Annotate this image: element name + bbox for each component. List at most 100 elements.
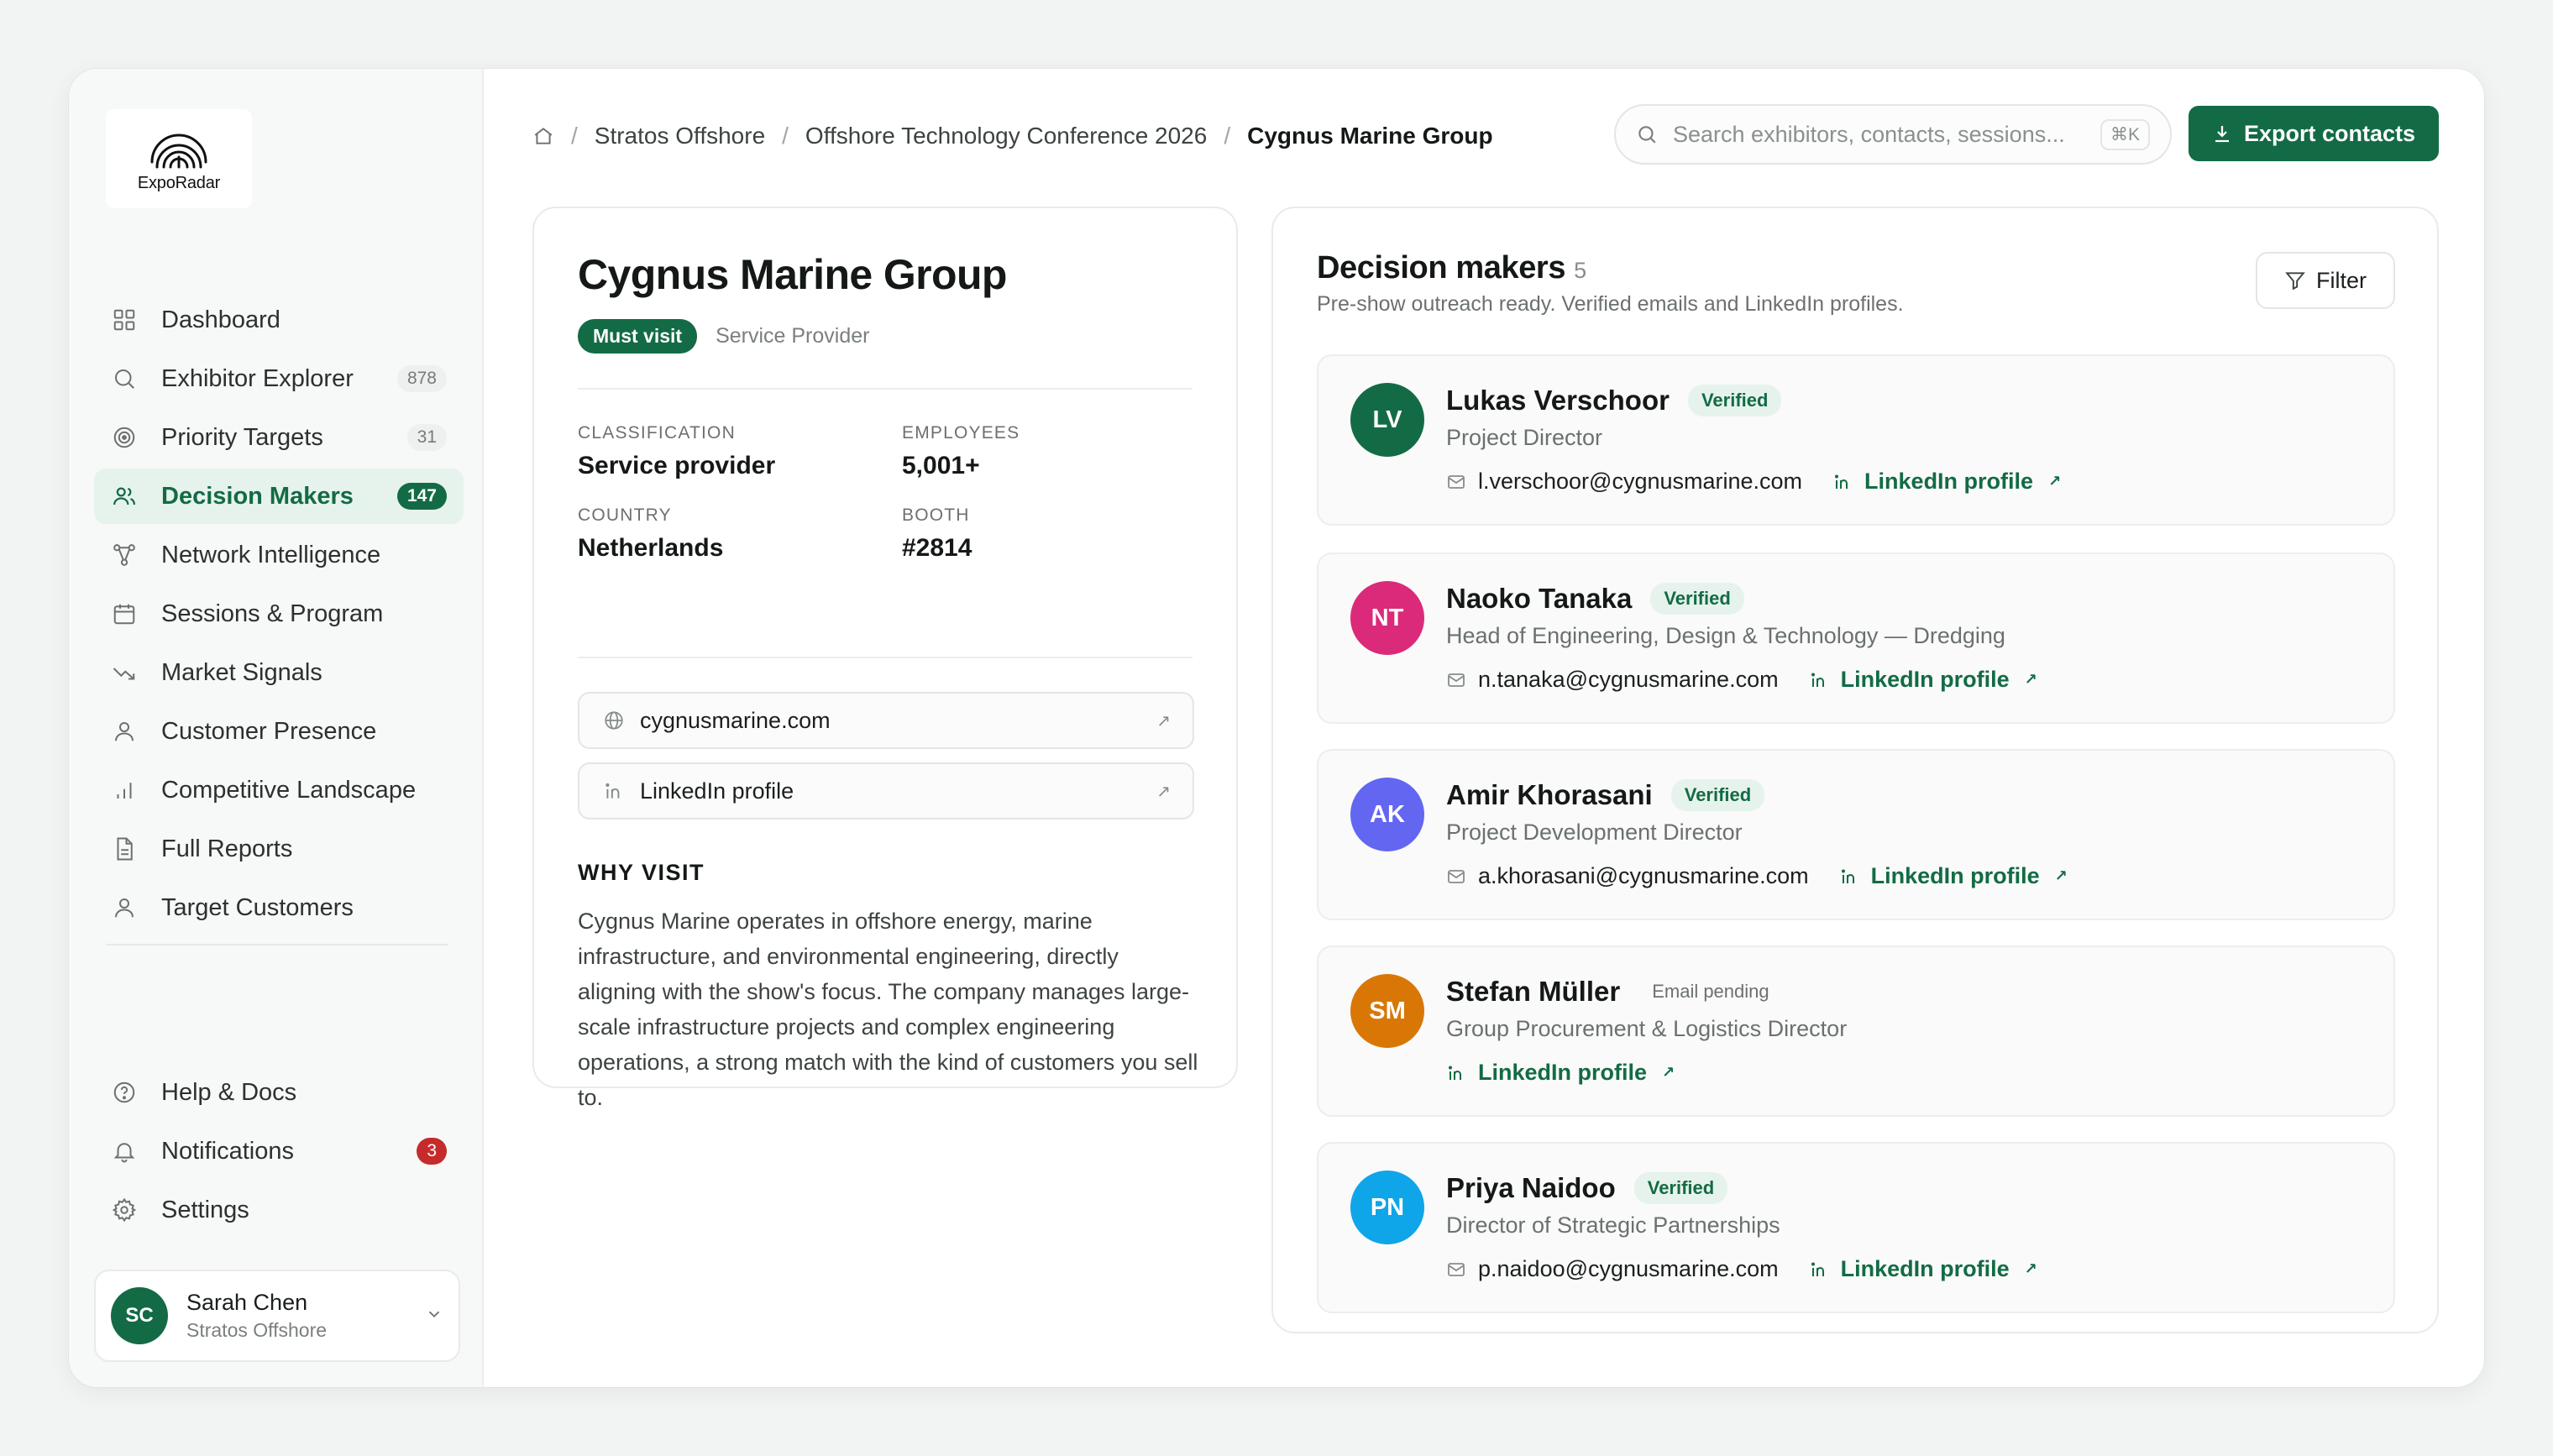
sidebar: ExpoRadar Dashboard Exhibitor Explorer 8… (69, 69, 484, 1387)
email-link[interactable]: n.tanaka@cygnusmarine.com (1446, 667, 1779, 693)
sidebar-item-priority-targets[interactable]: Priority Targets 31 (94, 410, 464, 465)
search-bar: ⌘K (1614, 104, 2172, 165)
sidebar-item-market-signals[interactable]: Market Signals (94, 645, 464, 700)
sidebar-item-target-customers[interactable]: Target Customers (94, 880, 464, 935)
panel-title: Decision makers 5 (1317, 250, 1586, 286)
contact-header: Amir Khorasani Verified (1446, 779, 1765, 811)
linkedin-label: LinkedIn profile (1840, 667, 2010, 692)
linkedin-label: LinkedIn profile (1870, 863, 2040, 888)
status-badge: Verified (1633, 1172, 1728, 1204)
sidebar-item-label: Network Intelligence (161, 541, 381, 568)
sidebar-item-notifications[interactable]: Notifications 3 (94, 1123, 464, 1179)
breadcrumb-item[interactable]: Stratos Offshore (595, 123, 765, 149)
company-type: Service Provider (716, 324, 870, 348)
app-logo[interactable]: ExpoRadar (106, 109, 252, 208)
email-link[interactable]: a.khorasani@cygnusmarine.com (1446, 863, 1809, 889)
filter-button[interactable]: Filter (2256, 252, 2395, 309)
sidebar-item-label: Settings (161, 1196, 249, 1223)
bell-icon (109, 1136, 139, 1166)
count-badge: 878 (396, 365, 447, 392)
breadcrumb: / Stratos Offshore / Offshore Technology… (532, 118, 1493, 155)
fact-classification: CLASSIFICATION Service provider (578, 423, 775, 480)
home-icon[interactable] (532, 125, 554, 147)
company-name: Cygnus Marine Group (578, 251, 1007, 298)
fact-employees: EMPLOYEES 5,001+ (902, 423, 1020, 480)
contact-role: Project Development Director (1446, 820, 1743, 845)
filter-label: Filter (2316, 267, 2367, 293)
fact-value: 5,001+ (902, 452, 980, 479)
external-link-icon: ↗ (2024, 1260, 2037, 1277)
linkedin-profile-link[interactable]: LinkedIn profile ↗ (1832, 469, 2061, 495)
count-badge: 147 (396, 483, 447, 510)
calendar-icon (109, 599, 139, 629)
linkedin-label: LinkedIn profile (640, 778, 794, 804)
linkedin-profile-link[interactable]: LinkedIn profile ↗ (1839, 863, 2068, 889)
mail-icon (1446, 472, 1466, 492)
linkedin-link[interactable]: LinkedIn profile ↗ (578, 762, 1194, 820)
breadcrumb-separator: / (782, 123, 789, 149)
user-org: Stratos Offshore (186, 1319, 328, 1341)
grid-icon (109, 305, 139, 335)
sidebar-item-dashboard[interactable]: Dashboard (94, 292, 464, 348)
divider (578, 657, 1193, 658)
linkedin-icon (1446, 1063, 1466, 1083)
status-badge: Verified (1650, 583, 1744, 615)
sidebar-item-sessions-program[interactable]: Sessions & Program (94, 586, 464, 642)
sidebar-item-network-intelligence[interactable]: Network Intelligence (94, 527, 464, 583)
linkedin-label: LinkedIn profile (1864, 469, 2034, 494)
sidebar-item-help[interactable]: Help & Docs (94, 1065, 464, 1120)
chevron-down-icon (425, 1305, 443, 1328)
email-link[interactable]: p.naidoo@cygnusmarine.com (1446, 1256, 1779, 1282)
contact-name: Priya Naidoo (1446, 1172, 1616, 1203)
user-name: Sarah Chen (186, 1290, 308, 1315)
sidebar-bottom-nav: Help & Docs Notifications 3 Settings (94, 1065, 464, 1241)
sidebar-item-label: Exhibitor Explorer (161, 364, 354, 392)
fact-label: CLASSIFICATION (578, 423, 736, 443)
contact-card: PN Priya Naidoo Verified Director of Str… (1317, 1142, 2395, 1313)
linkedin-profile-link[interactable]: LinkedIn profile ↗ (1446, 1060, 1675, 1086)
fact-label: EMPLOYEES (902, 423, 1020, 443)
sidebar-item-settings[interactable]: Settings (94, 1182, 464, 1238)
contact-role: Head of Engineering, Design & Technology… (1446, 623, 2005, 648)
avatar: AK (1350, 778, 1424, 851)
linkedin-profile-link[interactable]: LinkedIn profile ↗ (1809, 667, 2037, 693)
sidebar-item-label: Customer Presence (161, 717, 377, 745)
breadcrumb-separator: / (571, 123, 578, 149)
export-contacts-button[interactable]: Export contacts (2189, 106, 2439, 161)
sidebar-item-label: Market Signals (161, 658, 322, 686)
external-link-icon: ↗ (2024, 671, 2037, 688)
status-badge: Email pending (1652, 981, 1769, 1002)
avatar: PN (1350, 1171, 1424, 1244)
linkedin-profile-link[interactable]: LinkedIn profile ↗ (1809, 1256, 2037, 1282)
document-icon (109, 834, 139, 864)
sidebar-divider (106, 944, 448, 945)
sidebar-item-label: Dashboard (161, 306, 280, 333)
email-link[interactable]: l.verschoor@cygnusmarine.com (1446, 469, 1802, 495)
user-menu[interactable]: SC Sarah Chen Stratos Offshore (94, 1270, 460, 1362)
contact-header: Stefan Müller Email pending (1446, 976, 1783, 1008)
sidebar-item-competitive-landscape[interactable]: Competitive Landscape (94, 762, 464, 818)
linkedin-label: LinkedIn profile (1840, 1256, 2010, 1281)
logo-text: ExpoRadar (137, 173, 221, 192)
email-address: l.verschoor@cygnusmarine.com (1478, 469, 1803, 494)
fact-value: Netherlands (578, 534, 724, 562)
external-link-icon: ↗ (2048, 473, 2062, 490)
email-address: p.naidoo@cygnusmarine.com (1478, 1256, 1779, 1281)
sidebar-item-decision-makers[interactable]: Decision Makers 147 (94, 469, 464, 524)
linkedin-icon (1809, 1260, 1829, 1280)
external-link-icon: ↗ (2054, 867, 2068, 884)
website-link[interactable]: cygnusmarine.com ↗ (578, 692, 1194, 749)
fact-value: Service provider (578, 452, 776, 479)
panel-count: 5 (1574, 258, 1586, 283)
download-icon (2212, 123, 2232, 144)
search-input[interactable] (1673, 121, 2100, 148)
priority-badge: Must visit (578, 319, 698, 354)
sidebar-item-full-reports[interactable]: Full Reports (94, 821, 464, 877)
contact-header: Lukas Verschoor Verified (1446, 385, 1782, 416)
website-url: cygnusmarine.com (640, 707, 831, 733)
breadcrumb-item[interactable]: Offshore Technology Conference 2026 (805, 123, 1207, 149)
sidebar-item-exhibitor-explorer[interactable]: Exhibitor Explorer 878 (94, 351, 464, 406)
sidebar-item-customer-presence[interactable]: Customer Presence (94, 704, 464, 759)
email-address: n.tanaka@cygnusmarine.com (1478, 667, 1779, 692)
decision-makers-panel: Decision makers 5 Pre-show outreach ready… (1271, 207, 2439, 1333)
